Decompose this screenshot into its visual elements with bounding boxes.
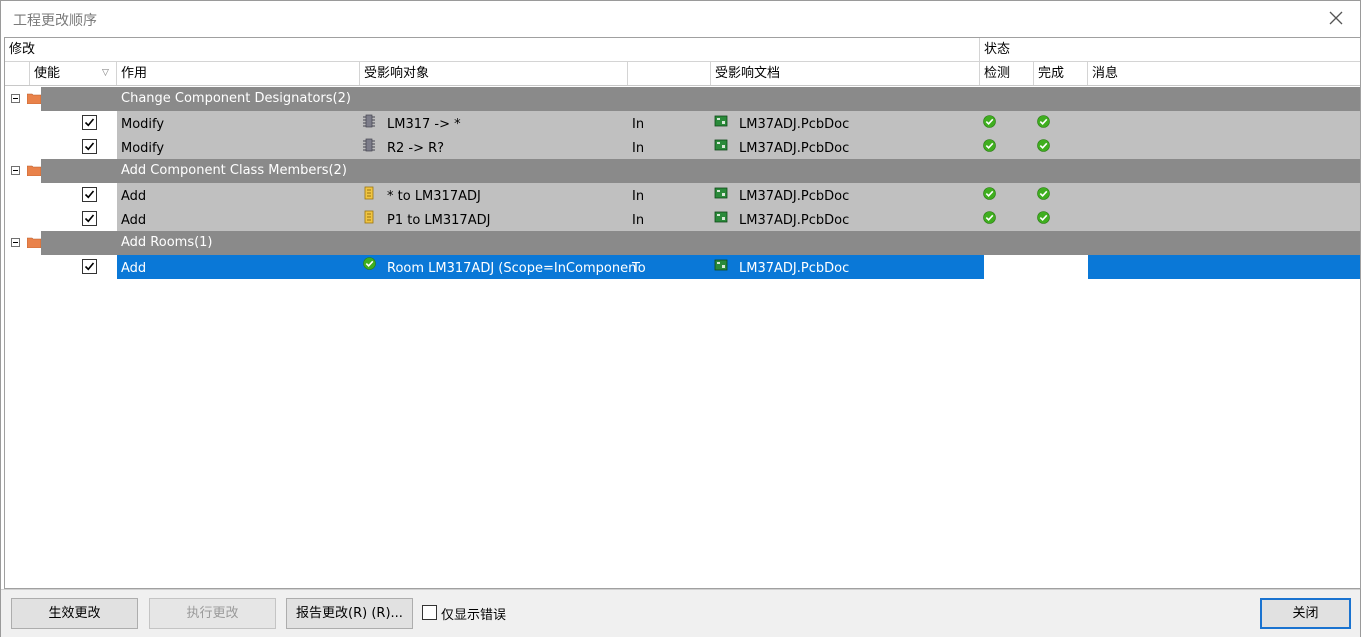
pcb-document-icon: [714, 139, 728, 151]
enable-checkbox[interactable]: [82, 211, 97, 226]
check-status-ok-icon: [983, 211, 996, 224]
table-row[interactable]: Modify LM317 -> * In LM37ADJ.PcbDoc: [5, 111, 1360, 135]
engineering-change-order-dialog: 工程更改顺序 修改 状态 使能 ▽ 作用 受影响对象 受影响文档 检测 完成 消…: [0, 0, 1361, 637]
group-bar: [41, 231, 1360, 255]
enable-checkbox[interactable]: [82, 115, 97, 130]
filter-icon[interactable]: ▽: [102, 62, 109, 85]
column-header-done[interactable]: 完成: [1034, 62, 1088, 85]
modify-group-header: 修改: [5, 38, 980, 61]
folder-icon: [27, 93, 41, 104]
action-cell: Add: [121, 261, 147, 276]
direction-cell: In: [632, 117, 645, 132]
affected-document-cell: LM37ADJ.PcbDoc: [739, 261, 850, 276]
action-cell: Modify: [121, 117, 165, 132]
group-row-change-designators[interactable]: Change Component Designators(2): [5, 87, 1360, 111]
close-icon[interactable]: [1326, 7, 1346, 29]
action-cell: Modify: [121, 141, 165, 156]
execute-changes-button[interactable]: 执行更改: [149, 598, 276, 629]
button-bar: 生效更改 执行更改 报告更改(R) (R)... 仅显示错误 关闭: [1, 589, 1360, 637]
direction-cell: In: [632, 213, 645, 228]
check-status-ok-icon: [983, 115, 996, 128]
group-row-add-rooms[interactable]: Add Rooms(1): [5, 231, 1360, 255]
column-header-message[interactable]: 消息: [1088, 62, 1360, 85]
group-row-add-class-members[interactable]: Add Component Class Members(2): [5, 159, 1360, 183]
check-status-ok-icon: [983, 139, 996, 152]
pcb-document-icon: [714, 259, 728, 271]
window-title: 工程更改顺序: [13, 13, 97, 29]
collapse-toggle-icon[interactable]: [11, 94, 20, 103]
table-row[interactable]: Add P1 to LM317ADJ In LM37ADJ.PcbDoc: [5, 207, 1360, 231]
column-header-row: 使能 ▽ 作用 受影响对象 受影响文档 检测 完成 消息: [5, 62, 1360, 86]
class-member-icon: [364, 186, 374, 200]
enable-checkbox[interactable]: [82, 139, 97, 154]
direction-cell: In: [632, 141, 645, 156]
affected-object-cell: R2 -> R?: [387, 141, 445, 156]
column-header-enable[interactable]: 使能 ▽: [30, 62, 117, 85]
close-button[interactable]: 关闭: [1260, 598, 1351, 629]
done-status-ok-icon: [1037, 139, 1050, 152]
pcb-document-icon: [714, 115, 728, 127]
column-header-check[interactable]: 检测: [980, 62, 1034, 85]
affected-document-cell: LM37ADJ.PcbDoc: [739, 213, 850, 228]
action-cell: Add: [121, 189, 147, 204]
report-changes-button[interactable]: 报告更改(R) (R)...: [286, 598, 413, 629]
table-row[interactable]: Modify R2 -> R? In LM37ADJ.PcbDoc: [5, 135, 1360, 159]
direction-cell: In: [632, 189, 645, 204]
table-row[interactable]: Add * to LM317ADJ In LM37ADJ.PcbDoc: [5, 183, 1360, 207]
room-check-icon: [363, 257, 376, 270]
done-status-ok-icon: [1037, 187, 1050, 200]
affected-document-cell: LM37ADJ.PcbDoc: [739, 141, 850, 156]
pcb-document-icon: [714, 211, 728, 223]
done-status-ok-icon: [1037, 211, 1050, 224]
pcb-document-icon: [714, 187, 728, 199]
folder-icon: [27, 237, 41, 248]
enable-checkbox[interactable]: [82, 259, 97, 274]
affected-document-cell: LM37ADJ.PcbDoc: [739, 189, 850, 204]
column-header-affected-document[interactable]: 受影响文档: [711, 62, 980, 85]
affected-document-cell: LM37ADJ.PcbDoc: [739, 117, 850, 132]
done-status-ok-icon: [1037, 115, 1050, 128]
collapse-toggle-icon[interactable]: [11, 238, 20, 247]
direction-cell: To: [632, 261, 646, 276]
column-enable-label: 使能: [34, 66, 61, 81]
column-header-tree: [5, 62, 30, 85]
column-header-direction[interactable]: [628, 62, 711, 85]
status-group-header: 状态: [984, 42, 1011, 57]
show-errors-only-checkbox[interactable]: [422, 605, 437, 620]
group-label: Add Rooms(1): [121, 235, 213, 250]
affected-object-cell: P1 to LM317ADJ: [387, 213, 491, 228]
enable-checkbox[interactable]: [82, 187, 97, 202]
validate-changes-button[interactable]: 生效更改: [11, 598, 138, 629]
group-header-row: 修改 状态: [5, 38, 1360, 62]
show-errors-only-label: 仅显示错误: [441, 608, 507, 623]
change-list-grid: 修改 状态 使能 ▽ 作用 受影响对象 受影响文档 检测 完成 消息 Chang…: [4, 37, 1361, 589]
folder-icon: [27, 165, 41, 176]
column-header-action[interactable]: 作用: [117, 62, 360, 85]
title-bar: 工程更改顺序: [1, 1, 1360, 37]
selection-highlight-message: [1088, 255, 1360, 279]
component-chip-icon: [363, 114, 375, 128]
table-row-selected[interactable]: Add Room LM317ADJ (Scope=InComponen To L…: [5, 255, 1360, 279]
check-status-ok-icon: [983, 187, 996, 200]
column-header-affected-object[interactable]: 受影响对象: [360, 62, 628, 85]
affected-object-cell: * to LM317ADJ: [387, 189, 481, 204]
action-cell: Add: [121, 213, 147, 228]
group-label: Add Component Class Members(2): [121, 163, 347, 178]
affected-object-cell: LM317 -> *: [387, 117, 461, 132]
component-chip-icon: [363, 138, 375, 152]
class-member-icon: [364, 210, 374, 224]
group-label: Change Component Designators(2): [121, 91, 351, 106]
collapse-toggle-icon[interactable]: [11, 166, 20, 175]
affected-object-cell: Room LM317ADJ (Scope=InComponen: [387, 261, 637, 276]
